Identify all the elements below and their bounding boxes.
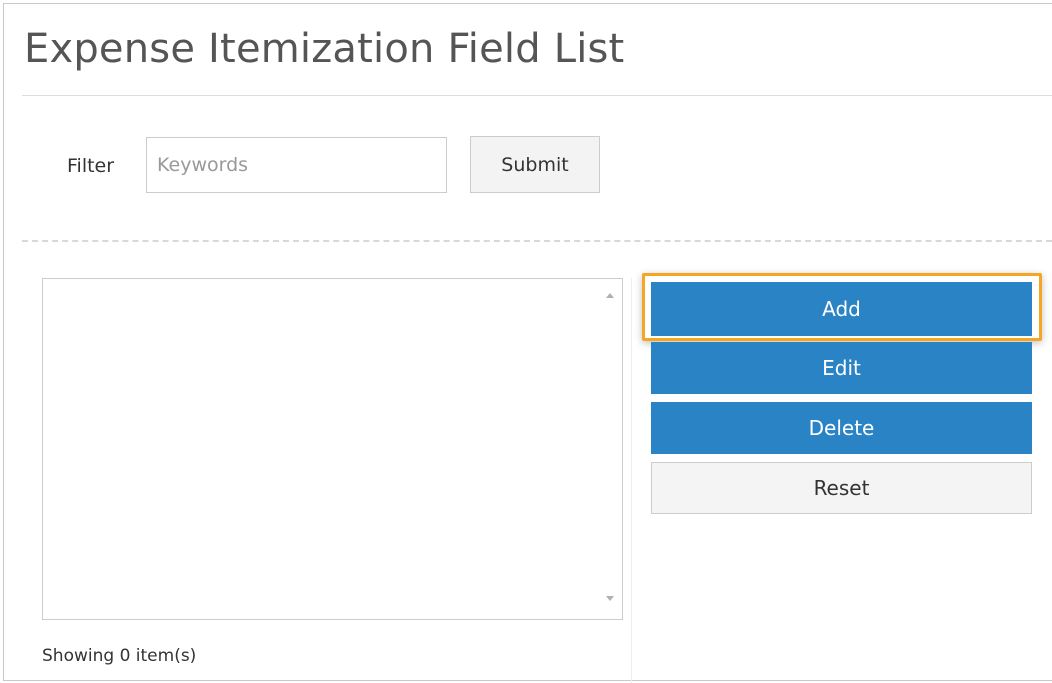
add-button[interactable]: Add — [651, 282, 1032, 336]
section-divider — [22, 240, 1052, 242]
field-list[interactable] — [42, 278, 623, 620]
filter-input[interactable] — [146, 137, 447, 193]
panel-divider — [631, 278, 632, 683]
scroll-up-arrow-icon[interactable] — [606, 293, 614, 298]
delete-button[interactable]: Delete — [651, 402, 1032, 454]
submit-button[interactable]: Submit — [470, 136, 600, 193]
title-divider — [22, 95, 1052, 96]
page-title: Expense Itemization Field List — [24, 26, 625, 72]
edit-button[interactable]: Edit — [651, 342, 1032, 394]
reset-button[interactable]: Reset — [651, 462, 1032, 514]
item-count-status: Showing 0 item(s) — [42, 646, 197, 666]
filter-label: Filter — [67, 155, 115, 177]
scroll-down-arrow-icon[interactable] — [606, 596, 614, 601]
